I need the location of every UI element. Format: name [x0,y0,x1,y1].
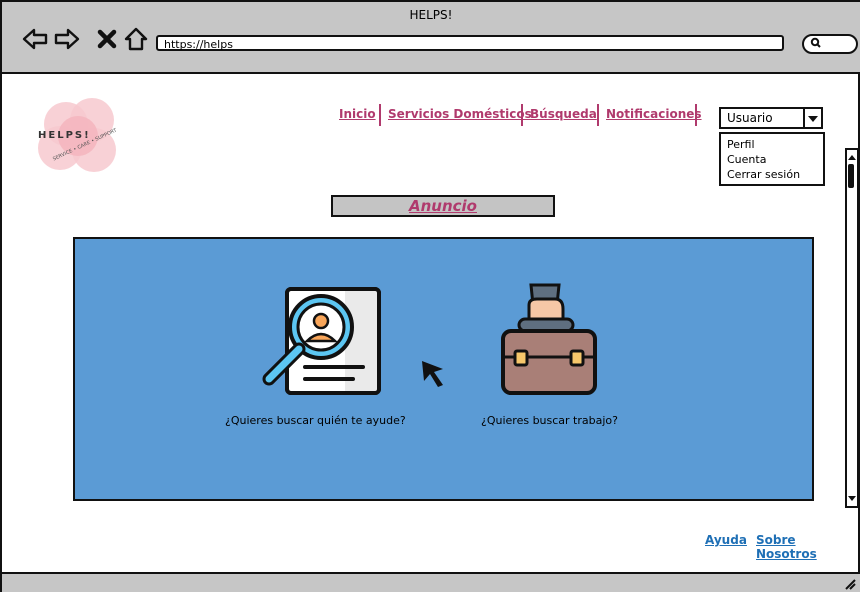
chevron-down-icon[interactable] [803,109,821,127]
card-caption-find-work[interactable]: ¿Quieres buscar trabajo? [481,414,618,427]
resize-grip-icon[interactable] [844,578,856,590]
browser-window: HELPS! https://helps HELPS! SERVICE • CA… [0,0,860,592]
nav-separator [597,104,599,126]
nav-inicio[interactable]: Inicio [339,107,376,121]
menu-item-cerrar-sesion[interactable]: Cerrar sesión [727,167,817,182]
announcement-banner[interactable]: Anuncio [331,195,555,217]
window-title: HELPS! [409,8,453,22]
nav-separator [695,104,697,126]
site-logo[interactable]: HELPS! SERVICE • CARE • SUPPORT [32,96,132,180]
nav-busqueda[interactable]: Búsqueda [530,107,597,121]
search-person-icon[interactable] [259,283,385,399]
url-bar[interactable]: https://helps [156,35,784,51]
user-dropdown-value: Usuario [727,111,773,125]
nav-separator [379,104,381,126]
browser-search[interactable] [802,34,858,54]
close-icon[interactable] [96,26,118,52]
main-panel: ¿Quieres buscar quién te ayude? ¿Quieres… [73,237,814,501]
user-dropdown-menu: Perfil Cuenta Cerrar sesión [719,132,825,186]
search-icon [810,37,822,52]
nav-notificaciones[interactable]: Notificaciones [606,107,702,121]
nav-separator [521,104,523,126]
status-bar [2,572,860,592]
briefcase-icon[interactable] [499,283,599,399]
scroll-up-icon[interactable] [847,152,857,164]
footer-link-help[interactable]: Ayuda [705,533,747,547]
menu-item-cuenta[interactable]: Cuenta [727,152,817,167]
scrollbar[interactable] [845,148,859,508]
card-caption-find-helper[interactable]: ¿Quieres buscar quién te ayude? [225,414,406,427]
menu-item-perfil[interactable]: Perfil [727,137,817,152]
browser-toolbar: HELPS! https://helps [2,2,860,74]
home-icon[interactable] [123,26,149,52]
footer-link-about[interactable]: Sobre Nosotros [756,533,858,561]
user-dropdown[interactable]: Usuario [719,107,823,129]
mouse-cursor-icon [422,361,443,387]
logo-text: HELPS! [38,130,91,141]
scroll-down-icon[interactable] [847,492,857,504]
forward-arrow-icon[interactable] [54,26,80,52]
back-arrow-icon[interactable] [22,26,48,52]
scroll-thumb[interactable] [848,164,854,188]
nav-servicios-domesticos[interactable]: Servicios Domésticos [388,107,532,121]
